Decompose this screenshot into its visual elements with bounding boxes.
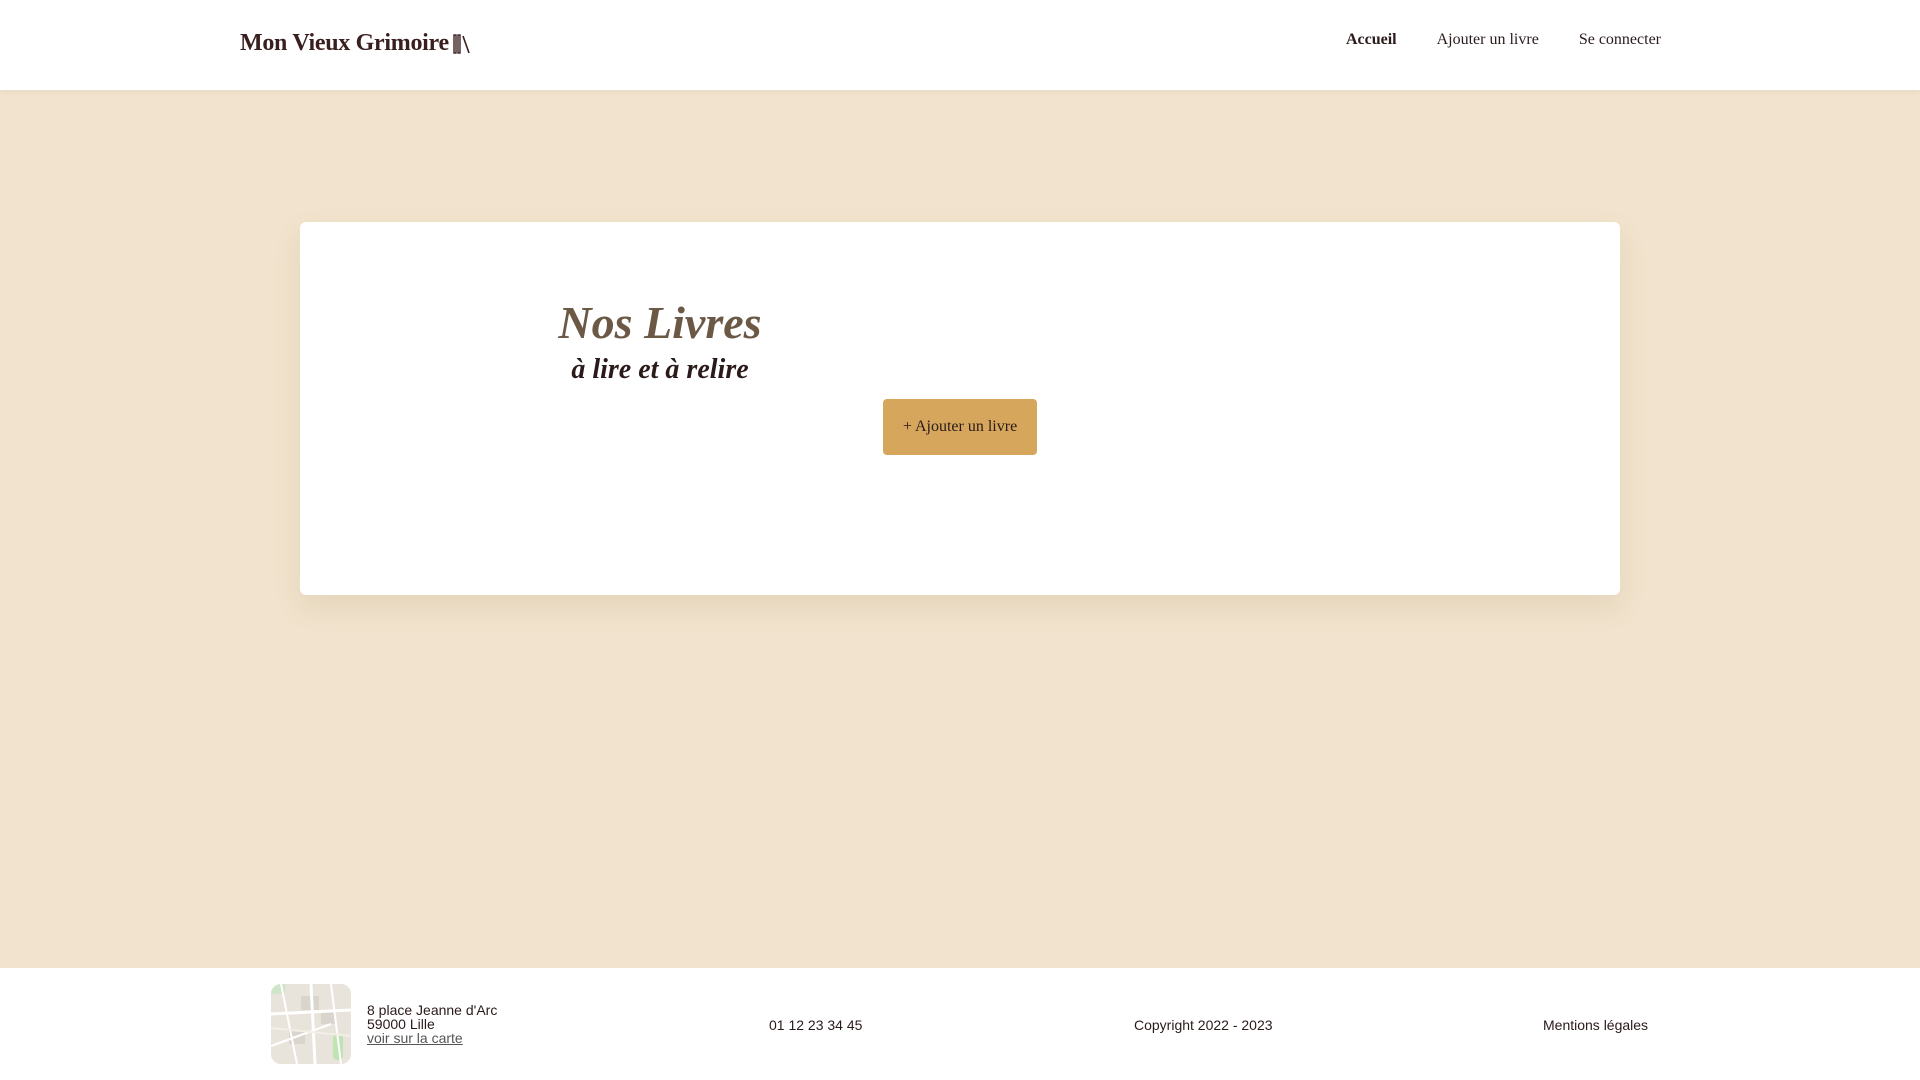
address: 8 place Jeanne d'Arc 59000 Lille voir su…: [367, 1003, 497, 1045]
legal-notice-link[interactable]: Mentions légales: [1543, 1017, 1648, 1033]
map-image: [271, 984, 351, 1064]
page-title: Nos Livres: [558, 297, 762, 348]
main-nav: Accueil Ajouter un livre Se connecter: [1346, 31, 1661, 49]
map-link[interactable]: voir sur la carte: [367, 1030, 463, 1046]
copyright: Copyright 2022 - 2023: [1134, 1017, 1273, 1033]
nav-item-se-connecter[interactable]: Se connecter: [1579, 31, 1661, 49]
page-subtitle: à lire et à relire: [571, 354, 749, 385]
map-thumbnail[interactable]: [271, 984, 351, 1064]
site-footer: 8 place Jeanne d'Arc 59000 Lille voir su…: [0, 968, 1920, 1080]
books-icon: [453, 33, 471, 54]
address-line-1: 8 place Jeanne d'Arc: [367, 1002, 498, 1018]
nav-item-ajouter-un-livre[interactable]: Ajouter un livre: [1437, 31, 1539, 49]
site-header: Mon Vieux Grimoire Accueil Ajouter un li…: [0, 0, 1920, 90]
logo[interactable]: Mon Vieux Grimoire: [240, 30, 471, 57]
phone-number: 01 12 23 34 45: [769, 1017, 863, 1033]
address-line-2: 59000 Lille: [367, 1016, 435, 1032]
logo-text: Mon Vieux Grimoire: [240, 30, 449, 56]
nav-item-accueil[interactable]: Accueil: [1346, 31, 1397, 49]
add-book-button[interactable]: + Ajouter un livre: [883, 399, 1037, 455]
